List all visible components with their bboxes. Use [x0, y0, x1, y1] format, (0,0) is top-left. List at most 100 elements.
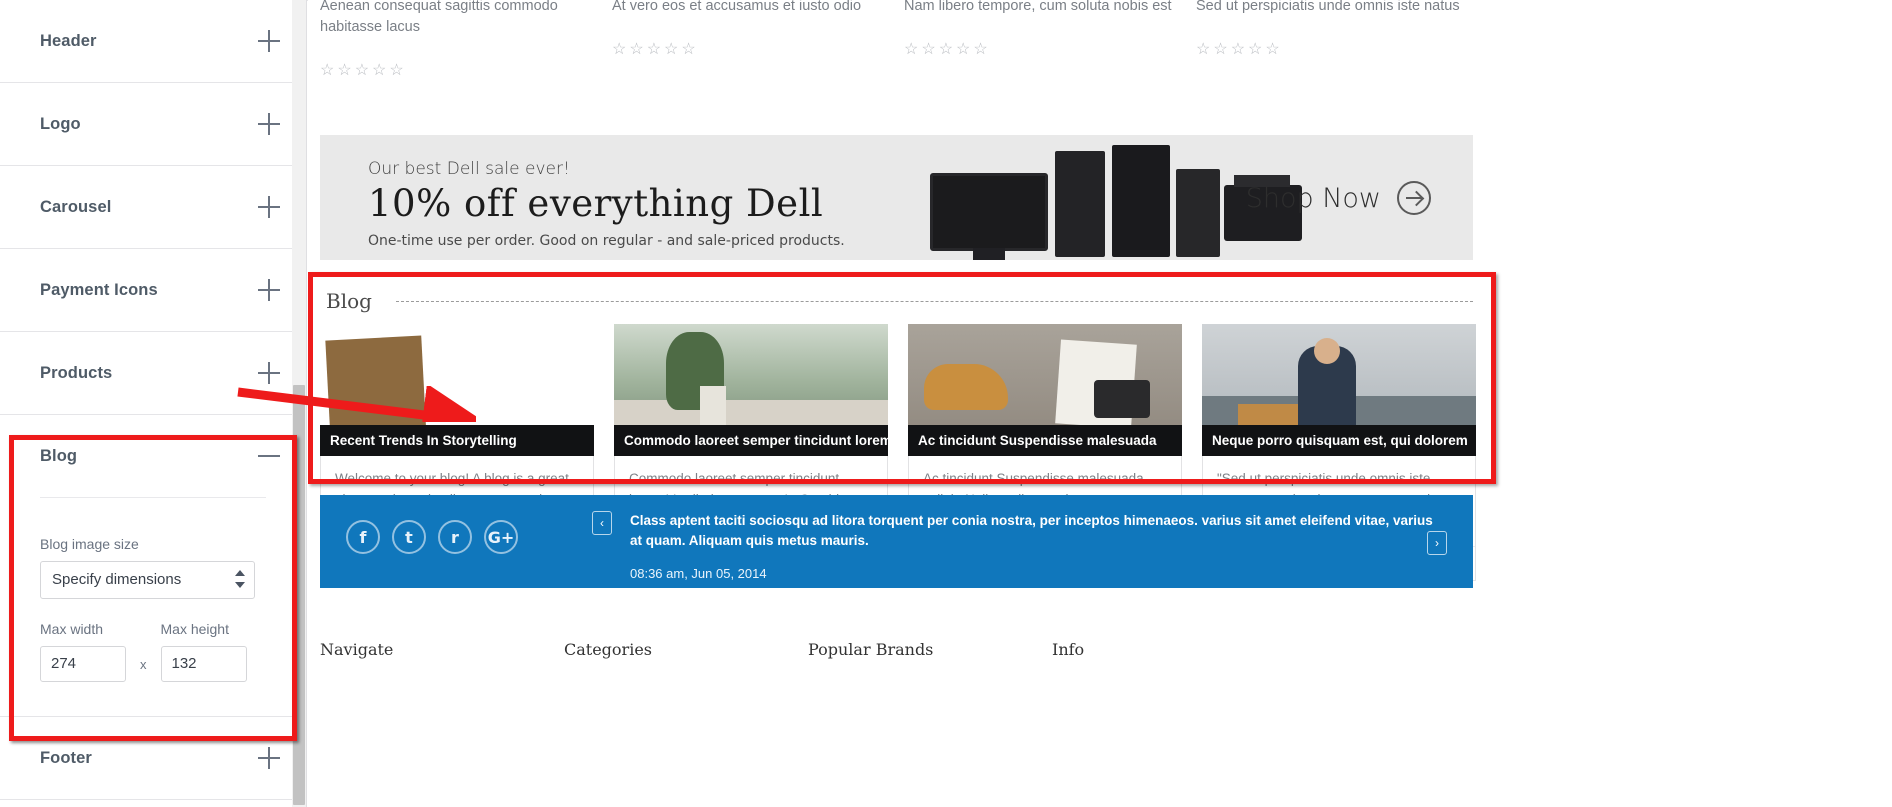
- plus-icon[interactable]: [258, 113, 280, 135]
- stepper-arrows-icon[interactable]: [235, 570, 245, 590]
- product-description: Sed ut perspiciatis unde omnis iste natu…: [1196, 0, 1460, 14]
- promo-banner-text: Our best Dell sale ever! 10% off everyth…: [368, 159, 845, 249]
- panel-header-payment-icons[interactable]: Payment Icons: [0, 249, 306, 331]
- blog-card-title: Recent Trends In Storytelling: [320, 425, 594, 456]
- blog-thumbnail[interactable]: Commodo laoreet semper tincidunt lorem: [614, 324, 888, 456]
- slider-prev-button[interactable]: ‹: [592, 511, 612, 535]
- footer-column-title: Info: [1052, 640, 1085, 659]
- blog-section-title: Blog: [326, 289, 372, 313]
- footer-column-info: Info: [1052, 640, 1296, 659]
- rating-stars-icon[interactable]: ☆☆☆☆☆: [320, 60, 592, 80]
- panel-header-carousel[interactable]: Carousel: [0, 166, 306, 248]
- max-width-label: Max width: [40, 621, 104, 637]
- product-card[interactable]: $25.00 Aenean consequat sagittis commodo…: [320, 0, 612, 80]
- panel-title-footer: Footer: [40, 748, 92, 767]
- shop-now-link[interactable]: Shop Now: [1246, 181, 1431, 215]
- newsletter-content: Class aptent taciti sociosqu ad litora t…: [630, 511, 1447, 581]
- blog-card-title: Neque porro quisquam est, qui dolorem: [1202, 425, 1476, 456]
- rss-icon[interactable]: r: [438, 520, 472, 554]
- product-card[interactable]: $34.95 At vero eos et accusamus et iusto…: [612, 0, 904, 80]
- rating-stars-icon[interactable]: ☆☆☆☆☆: [1196, 39, 1468, 59]
- promo-headline: 10% off everything Dell: [368, 182, 824, 225]
- panel-title-logo: Logo: [40, 114, 81, 133]
- google-plus-icon[interactable]: G+: [484, 520, 518, 554]
- slider-next-button[interactable]: ›: [1427, 531, 1447, 555]
- product-grid: $25.00 Aenean consequat sagittis commodo…: [308, 0, 1892, 80]
- minus-icon[interactable]: [258, 445, 280, 467]
- plus-icon[interactable]: [258, 30, 280, 52]
- blog-dimensions-row: Max width 274 x Max height 132: [40, 621, 266, 682]
- max-width-input[interactable]: 274: [40, 646, 126, 682]
- panel-header-footer[interactable]: Footer: [0, 717, 306, 799]
- footer-column-title: Popular Brands: [808, 640, 934, 659]
- monitor-icon: [930, 173, 1048, 260]
- panel-title-blog: Blog: [40, 446, 78, 465]
- plus-icon[interactable]: [258, 196, 280, 218]
- blog-card-title: Commodo laoreet semper tincidunt lorem: [614, 425, 888, 456]
- sidebar-scrollbar-thumb[interactable]: [293, 385, 305, 805]
- shop-now-label: Shop Now: [1245, 182, 1381, 214]
- footer-column-title: Categories: [564, 640, 652, 659]
- max-width-group: Max width 274: [40, 621, 126, 682]
- app-root: Header Logo Carousel Payment Icons Produ…: [0, 0, 1892, 807]
- blog-image-size-value[interactable]: Specify dimensions: [40, 561, 255, 599]
- divider: [40, 497, 266, 498]
- promo-kicker: Our best Dell sale ever!: [368, 159, 570, 179]
- sidebar-item-footer[interactable]: Footer: [0, 717, 306, 800]
- section-divider: [395, 300, 1473, 302]
- blog-image-size-select[interactable]: Specify dimensions: [40, 561, 255, 599]
- arrow-right-circle-icon[interactable]: [1397, 181, 1431, 215]
- max-height-input[interactable]: 132: [160, 646, 247, 682]
- panel-title-carousel: Carousel: [40, 197, 112, 216]
- sidebar-item-logo[interactable]: Logo: [0, 83, 306, 166]
- newsletter-slider: ‹ Class aptent taciti sociosqu ad litora…: [592, 511, 1447, 581]
- store-preview: $25.00 Aenean consequat sagittis commodo…: [308, 0, 1892, 807]
- promo-banner[interactable]: Our best Dell sale ever! 10% off everyth…: [320, 135, 1473, 260]
- plus-icon[interactable]: [258, 747, 280, 769]
- panel-title-payment-icons: Payment Icons: [40, 280, 158, 299]
- panel-header-blog[interactable]: Blog: [0, 415, 306, 497]
- facebook-icon[interactable]: f: [346, 520, 380, 554]
- max-height-group: Max height 132: [160, 621, 247, 682]
- product-description: Aenean consequat sagittis commodo habita…: [320, 0, 558, 36]
- product-card[interactable]: $45.95 Nam libero tempore, cum soluta no…: [904, 0, 1196, 80]
- product-description: Nam libero tempore, cum soluta nobis est: [904, 0, 1172, 14]
- blog-image-size-label: Blog image size: [40, 536, 139, 552]
- promo-subtext: One-time use per order. Good on regular …: [368, 233, 845, 249]
- rating-stars-icon[interactable]: ☆☆☆☆☆: [904, 39, 1176, 59]
- footer-columns: Navigate Categories Popular Brands Info: [320, 640, 1473, 659]
- product-card[interactable]: $200.00 Sed ut perspiciatis unde omnis i…: [1196, 0, 1488, 80]
- max-height-label: Max height: [160, 621, 229, 637]
- sidebar-item-header[interactable]: Header: [0, 0, 306, 83]
- annotation-arrow: [237, 386, 476, 422]
- newsletter-timestamp: 08:36 am, Jun 05, 2014: [630, 565, 767, 581]
- blog-settings-body: Blog image size Specify dimensions Max w…: [0, 497, 306, 716]
- panel-title-header: Header: [40, 31, 97, 50]
- rating-stars-icon[interactable]: ☆☆☆☆☆: [612, 39, 884, 59]
- footer-column-popular-brands: Popular Brands: [808, 640, 1052, 659]
- blog-section: Blog Recent Trends In Storytelling Welco…: [320, 278, 1476, 581]
- dimension-separator: x: [140, 657, 147, 672]
- panel-header-logo[interactable]: Logo: [0, 83, 306, 165]
- sidebar-item-carousel[interactable]: Carousel: [0, 166, 306, 249]
- sidebar-item-blog[interactable]: Blog Blog image size Specify dimensions …: [0, 415, 306, 717]
- product-description: At vero eos et accusamus et iusto odio: [612, 0, 862, 14]
- panel-title-products: Products: [40, 363, 113, 382]
- plus-icon[interactable]: [258, 362, 280, 384]
- sidebar-item-payment-icons[interactable]: Payment Icons: [0, 249, 306, 332]
- panel-header-header[interactable]: Header: [0, 0, 306, 82]
- blog-thumbnail[interactable]: Neque porro quisquam est, qui dolorem: [1202, 324, 1476, 456]
- social-icon-list: f t r G+: [346, 520, 530, 554]
- tower-icon: [1055, 151, 1105, 257]
- tower-icon: [1176, 169, 1220, 257]
- twitter-icon[interactable]: t: [392, 520, 426, 554]
- footer-column-navigate: Navigate: [320, 640, 564, 659]
- footer-column-title: Navigate: [320, 640, 394, 659]
- plus-icon[interactable]: [258, 279, 280, 301]
- preview-stage: $25.00 Aenean consequat sagittis commodo…: [308, 0, 1892, 807]
- blog-thumbnail[interactable]: Ac tincidunt Suspendisse malesuada: [908, 324, 1182, 456]
- footer-column-categories: Categories: [564, 640, 808, 659]
- blog-card-title: Ac tincidunt Suspendisse malesuada: [908, 425, 1182, 456]
- newsletter-message: Class aptent taciti sociosqu ad litora t…: [630, 513, 1433, 549]
- blog-section-header: Blog: [320, 278, 1473, 324]
